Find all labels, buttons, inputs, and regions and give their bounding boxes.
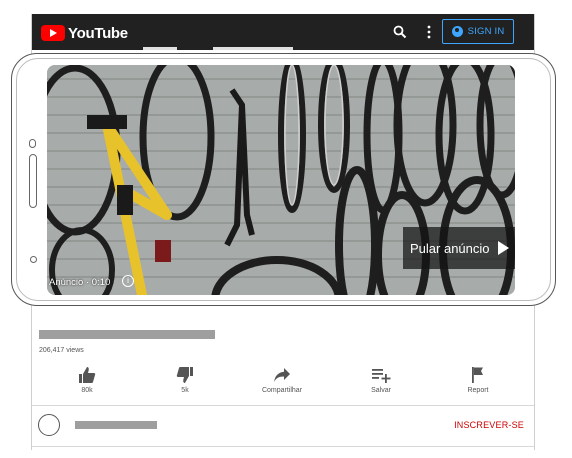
skip-ad-button[interactable]: Pular anúncio [403, 227, 515, 269]
share-button[interactable]: Compartilhar [247, 366, 317, 394]
top-app-bar: YouTube SIGN IN [32, 14, 534, 50]
save-button[interactable]: Salvar [346, 366, 416, 394]
thumbs-up-icon [79, 367, 96, 383]
thumbs-down-icon [176, 367, 193, 383]
channel-name-placeholder [75, 421, 157, 429]
sign-in-button[interactable]: SIGN IN [442, 19, 514, 44]
phone-home-dot [30, 256, 37, 263]
flag-icon [472, 367, 483, 383]
dislike-button[interactable]: 5k [150, 366, 220, 394]
account-circle-icon [451, 26, 463, 37]
tab-indicator [143, 47, 177, 50]
subscribe-button[interactable]: INSCREVER-SE [454, 420, 524, 430]
divider [32, 405, 534, 406]
share-label: Compartilhar [261, 387, 303, 394]
report-button[interactable]: Report [443, 366, 513, 394]
sign-in-label: SIGN IN [467, 26, 505, 37]
view-count: 206,417 views [39, 347, 84, 354]
share-icon [274, 368, 290, 382]
youtube-play-icon [41, 25, 65, 41]
more-vert-icon[interactable] [426, 25, 432, 39]
dislike-count: 5k [181, 387, 189, 394]
tab-indicator [213, 47, 293, 50]
divider [32, 446, 534, 447]
channel-avatar[interactable] [38, 414, 60, 436]
like-button[interactable]: 80k [52, 366, 122, 394]
skip-ad-label: Pular anúncio [410, 240, 490, 256]
playlist-add-icon [372, 369, 391, 383]
video-actions: 80k 5k Compartilhar Salvar Report [32, 366, 534, 406]
phone-side-button [29, 154, 37, 208]
phone-speaker [29, 139, 36, 148]
search-icon[interactable] [393, 25, 407, 39]
logo-wordmark: YouTube [68, 24, 128, 42]
ad-countdown-label: Anúncio · 0:10 [49, 277, 111, 288]
like-count: 80k [81, 387, 93, 394]
save-label: Salvar [371, 387, 391, 394]
video-title-placeholder [39, 330, 215, 339]
report-label: Report [467, 387, 489, 394]
youtube-logo[interactable]: YouTube [41, 24, 128, 42]
skip-next-icon [497, 241, 509, 255]
ad-info-icon[interactable]: i [122, 275, 134, 287]
